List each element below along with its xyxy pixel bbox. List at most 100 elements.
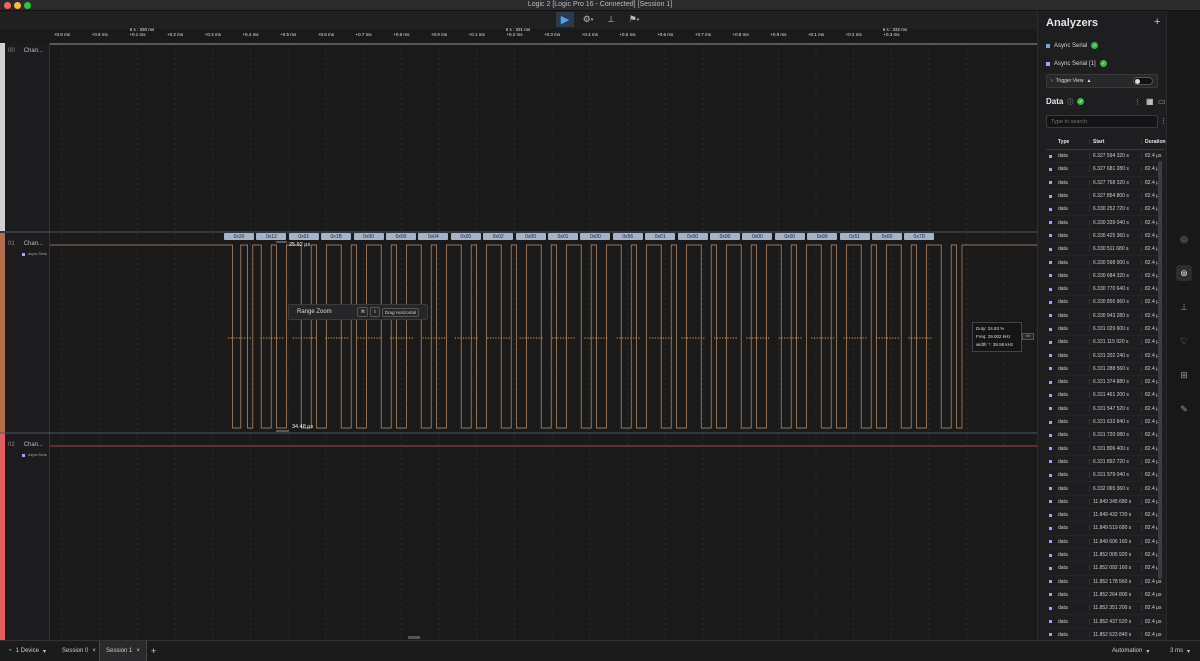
time-ruler[interactable]: +0.8 ms +0.9 ms +0.1 ms +0.2 ms +0.3 ms +0.4 …	[50, 11, 1037, 43]
decoded-byte[interactable]: 0x00	[386, 233, 416, 240]
decoded-byte[interactable]: 0x02	[483, 233, 514, 240]
channel-01-label[interactable]: 01 Chan...	[8, 241, 43, 247]
decoded-byte[interactable]: 0x20	[224, 233, 254, 240]
device-selector[interactable]: ◔ 1 Device ▾	[2, 641, 52, 661]
table-row[interactable]: data 6.327 854 800 s 82.4 μs	[1046, 190, 1165, 204]
table-view-icon[interactable]: ▦	[1146, 97, 1154, 106]
column-duration-header[interactable]: Duration	[1141, 139, 1166, 145]
table-row[interactable]: data 6.330 770 640 s 82.4 μs	[1046, 283, 1165, 297]
decoded-byte[interactable]: 0x7D	[904, 233, 935, 240]
table-row[interactable]: data 11.849 345 680 s 82.4 μs	[1046, 496, 1165, 510]
tab-session-0[interactable]: Session 0 ×	[56, 641, 102, 661]
row-duration: 82.4 μs	[1141, 605, 1165, 612]
decoded-byte[interactable]: 0x51	[839, 233, 870, 240]
channel-00-label[interactable]: 00 Chan...	[8, 48, 43, 54]
table-row[interactable]: data 11.849 606 160 s 82.4 μs	[1046, 536, 1165, 549]
timing-dropdown[interactable]: 3 ms ▾	[1164, 641, 1196, 661]
decoded-byte[interactable]: 0x01	[548, 233, 578, 240]
table-row[interactable]: data 6.331 288 560 s 82.4 μs	[1046, 363, 1165, 377]
sidebar-device-button[interactable]: ◎	[1176, 231, 1192, 247]
device-icon: ◎	[1180, 233, 1188, 244]
table-row[interactable]: data 6.327 681 280 s 82.4 μs	[1046, 163, 1165, 177]
table-row[interactable]: data 6.332 065 360 s 82.4 μs	[1046, 482, 1165, 496]
table-scrollbar[interactable]	[1158, 161, 1162, 579]
sidebar-analyzers-button[interactable]: ⊛	[1176, 265, 1192, 281]
table-row[interactable]: data 6.327 594 320 s 82.4 μs	[1046, 150, 1165, 164]
analyzer-color-swatch	[1046, 61, 1050, 66]
terminal-view-icon[interactable]: ▭	[1158, 97, 1166, 106]
waveform-view[interactable]	[0, 0, 1037, 640]
decoded-byte[interactable]: 0x00	[742, 233, 773, 240]
decoded-byte[interactable]: 0x00	[515, 233, 546, 240]
table-row[interactable]: data 6.330 943 280 s 82.4 μs	[1046, 310, 1165, 323]
decoded-byte[interactable]: 0x01	[645, 233, 676, 240]
tab-session-1[interactable]: Session 1 ×	[99, 641, 147, 661]
table-row[interactable]: data 6.330 252 720 s 82.4 μs	[1046, 203, 1165, 217]
decoded-byte[interactable]: 0x60	[872, 233, 902, 240]
trigger-view-row[interactable]: › Trigger View ▲	[1046, 74, 1158, 88]
table-row[interactable]: data 6.331 547 520 s 82.4 μs	[1046, 403, 1165, 416]
table-row[interactable]: data 6.327 768 320 s 82.4 μs	[1046, 177, 1165, 190]
decoded-byte[interactable]: 0x00	[353, 233, 384, 240]
row-start: 6.330 425 360 s	[1089, 232, 1141, 239]
decoded-byte[interactable]: 0x00	[580, 233, 611, 240]
automation-dropdown[interactable]: Automation ▾	[1106, 641, 1155, 661]
sidebar-timing-button[interactable]: ⊥	[1176, 299, 1192, 315]
sidebar-notes-button[interactable]: ✎	[1176, 401, 1192, 417]
table-row[interactable]: data 11.852 178 560 s 82.4 μs	[1046, 576, 1165, 589]
decoded-byte[interactable]: 0x00	[450, 233, 481, 240]
table-row[interactable]: data 6.331 633 840 s 82.4 μs	[1046, 416, 1165, 430]
decoded-byte[interactable]: 0x00	[677, 233, 708, 240]
table-row[interactable]: data 11.852 264 800 s 82.4 μs	[1046, 589, 1165, 603]
decoded-byte[interactable]: 0x00	[710, 233, 740, 240]
trigger-view-toggle[interactable]	[1133, 77, 1153, 85]
decoded-byte[interactable]: 0x00	[774, 233, 805, 240]
table-row[interactable]: data 6.331 115 920 s 82.4 μs	[1046, 336, 1165, 350]
close-icon[interactable]: ×	[136, 648, 140, 654]
column-type-header[interactable]: Type	[1055, 139, 1089, 145]
row-start: 6.330 252 720 s	[1089, 206, 1141, 213]
table-row[interactable]: data 6.330 339 040 s 82.4 μs	[1046, 216, 1165, 230]
data-search-input[interactable]	[1046, 115, 1158, 128]
close-icon[interactable]: ×	[92, 648, 96, 654]
table-row[interactable]: data 11.852 005 920 s 82.4 μs	[1046, 549, 1165, 563]
table-row[interactable]: data 11.852 092 160 s 82.4 μs	[1046, 562, 1165, 576]
decoded-byte[interactable]: 0x1B	[321, 233, 352, 240]
table-row[interactable]: data 6.330 856 960 s 82.4 μs	[1046, 296, 1165, 310]
table-row[interactable]: data 6.331 202 240 s 82.4 μs	[1046, 349, 1165, 363]
analyzer-item-async-serial[interactable]: Async Serial ✓	[1046, 42, 1099, 49]
more-vertical-icon[interactable]: ⋮	[1134, 98, 1141, 106]
add-analyzer-button[interactable]: +	[1154, 16, 1160, 28]
table-row[interactable]: data 6.331 892 720 s 82.4 μs	[1046, 456, 1165, 470]
decoded-byte[interactable]: 0x04	[418, 233, 449, 240]
table-row[interactable]: data 6.330 684 320 s 82.4 μs	[1046, 270, 1165, 283]
channel-02-label[interactable]: 02 Chan...	[8, 442, 43, 448]
table-row[interactable]: data 11.852 437 520 s 82.4 μs	[1046, 615, 1165, 629]
pulse-width-measurement: 25.92 μs	[289, 242, 311, 248]
decoded-byte[interactable]: 0x99	[807, 233, 838, 240]
decoded-byte[interactable]: 0x56	[612, 233, 643, 240]
row-type: data	[1058, 365, 1068, 372]
table-row[interactable]: data 11.849 519 680 s 82.4 μs	[1046, 522, 1165, 536]
table-row[interactable]: data 6.331 029 600 s 82.4 μs	[1046, 323, 1165, 337]
table-row[interactable]: data 6.331 720 080 s 82.4 μs	[1046, 429, 1165, 443]
column-start-header[interactable]: Start	[1089, 139, 1141, 145]
table-row[interactable]: data 6.331 461 200 s 82.4 μs	[1046, 389, 1165, 403]
decoded-byte[interactable]: 0x12	[256, 233, 287, 240]
new-session-button[interactable]: +	[145, 641, 162, 661]
table-row[interactable]: data 6.330 425 360 s 82.4 μs	[1046, 230, 1165, 244]
row-type: data	[1058, 498, 1068, 505]
table-row[interactable]: data 6.331 979 040 s 82.4 μs	[1046, 469, 1165, 483]
table-row[interactable]: data 11.852 351 200 s 82.4 μs	[1046, 602, 1165, 616]
sidebar-extensions-button[interactable]: ⊞	[1176, 367, 1192, 383]
channel-02-analyzer-tag: Async Seria	[22, 453, 47, 457]
analyzer-item-async-serial-1[interactable]: Async Serial [1] ✓	[1046, 60, 1107, 67]
decoded-byte[interactable]: 0x01	[288, 233, 319, 240]
table-row[interactable]: data 11.849 432 720 s 82.4 μs	[1046, 509, 1165, 523]
table-row[interactable]: data 6.330 511 680 s 82.4 μs	[1046, 243, 1165, 257]
table-row[interactable]: data 6.331 806 400 s 82.4 μs	[1046, 443, 1165, 456]
sidebar-annotations-button[interactable]: ♡	[1176, 333, 1192, 349]
table-row[interactable]: data 6.330 598 000 s 82.4 μs	[1046, 256, 1165, 270]
table-row[interactable]: data 6.331 374 880 s 82.4 μs	[1046, 376, 1165, 390]
unit-toggle-button[interactable]: Hz	[1022, 333, 1034, 340]
